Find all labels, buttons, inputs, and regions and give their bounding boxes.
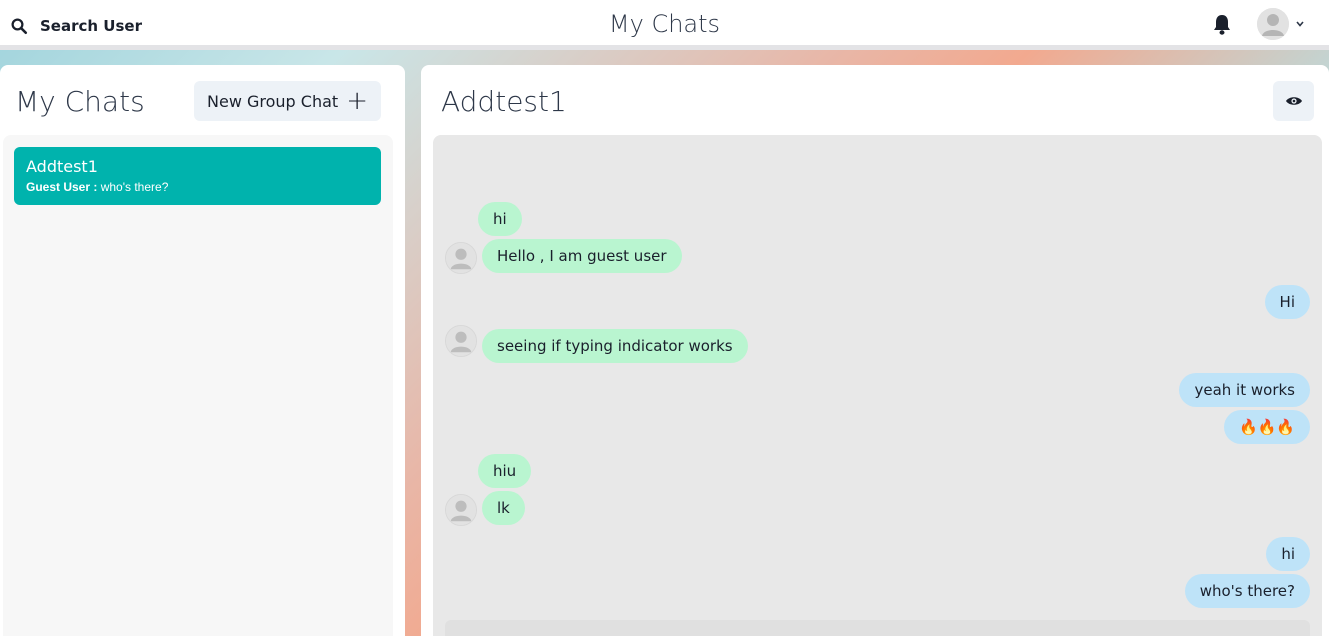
my-chats-panel: My Chats New Group Chat + Addtest1 Guest… — [0, 65, 405, 636]
avatar — [1257, 8, 1289, 40]
message-input[interactable] — [445, 620, 1310, 636]
bell-icon[interactable] — [1212, 14, 1232, 36]
message-bubble: Hello , I am guest user — [482, 239, 682, 273]
sender-avatar[interactable] — [445, 325, 477, 357]
sender-avatar[interactable] — [445, 242, 477, 274]
view-profile-button[interactable] — [1273, 81, 1314, 121]
chat-item-name: Addtest1 — [26, 157, 98, 176]
message-bubble: Hi — [1264, 285, 1310, 319]
message-bubble: yeah it works — [1179, 373, 1310, 407]
sender-avatar[interactable] — [445, 494, 477, 526]
chat-item-latest-message: Guest User : who's there? — [26, 180, 369, 194]
eye-icon — [1285, 97, 1302, 105]
user-icon — [1257, 8, 1289, 40]
top-bar: Search User My Chats — [0, 0, 1329, 50]
profile-menu-button[interactable] — [1257, 8, 1305, 40]
message-bubble: who's there? — [1184, 574, 1310, 608]
user-icon — [446, 495, 476, 525]
chat-list-item[interactable]: Addtest1 Guest User : who's there? — [14, 147, 381, 205]
message-bubble: 🔥🔥🔥 — [1223, 410, 1310, 444]
chat-box: Addtest1 hi Hello , I am guest user Hi s… — [421, 65, 1329, 636]
plus-icon: + — [346, 86, 368, 116]
messages-area: hi Hello , I am guest user Hi seeing if … — [433, 135, 1322, 636]
message-bubble: hi — [478, 202, 522, 236]
message-bubble: lk — [482, 491, 525, 525]
new-group-chat-button[interactable]: New Group Chat + — [194, 81, 381, 121]
message-bubble: seeing if typing indicator works — [482, 329, 748, 363]
chevron-down-icon — [1296, 21, 1304, 27]
latest-text: who's there? — [100, 180, 169, 194]
user-icon — [446, 243, 476, 273]
message-bubble: hi — [1266, 537, 1310, 571]
new-group-chat-label: New Group Chat — [207, 91, 339, 111]
message-bubble: hiu — [478, 454, 532, 488]
app-title: My Chats — [608, 10, 721, 38]
user-icon — [446, 326, 476, 356]
latest-sender: Guest User : — [26, 180, 98, 194]
my-chats-heading: My Chats — [15, 85, 145, 118]
chat-title: Addtest1 — [441, 85, 567, 118]
chat-list: Addtest1 Guest User : who's there? — [3, 135, 393, 636]
